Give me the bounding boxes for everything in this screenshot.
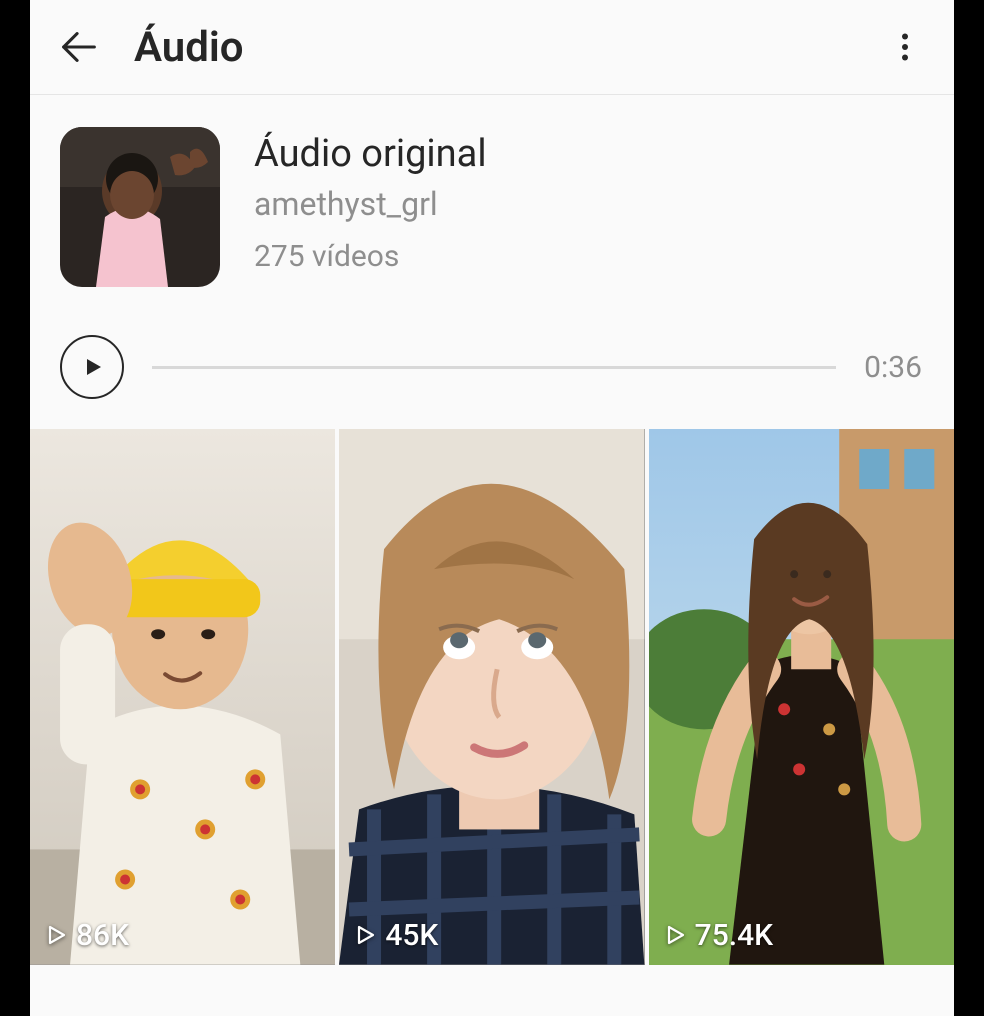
video-view-count: 75.4K <box>663 918 773 953</box>
play-icon <box>80 355 104 379</box>
phone-frame: Áudio <box>0 0 984 1016</box>
play-outline-icon <box>44 922 68 948</box>
video-view-count: 45K <box>353 918 438 953</box>
audio-progress-track[interactable] <box>152 366 836 369</box>
play-button[interactable] <box>60 335 124 399</box>
video-thumbnail[interactable]: 45K <box>339 429 644 965</box>
arrow-left-icon <box>56 24 102 70</box>
audio-title: Áudio original <box>254 131 487 179</box>
more-vertical-icon <box>887 29 923 65</box>
video-view-count: 86K <box>44 918 129 953</box>
audio-info-section: Áudio original amethyst_grl 275 vídeos <box>30 95 954 305</box>
view-count-label: 45K <box>385 918 438 953</box>
back-button[interactable] <box>50 18 108 76</box>
audio-video-count: 275 vídeos <box>254 239 487 274</box>
view-count-label: 86K <box>76 918 129 953</box>
audio-player: 0:36 <box>30 305 954 429</box>
video-thumbnail[interactable]: 86K <box>30 429 335 965</box>
audio-thumbnail[interactable] <box>60 127 220 287</box>
page-title: Áudio <box>134 23 876 72</box>
play-outline-icon <box>353 922 377 948</box>
audio-author[interactable]: amethyst_grl <box>254 185 487 223</box>
video-thumbnail[interactable]: 75.4K <box>649 429 954 965</box>
header-bar: Áudio <box>30 0 954 95</box>
view-count-label: 75.4K <box>695 918 773 953</box>
screen: Áudio <box>30 0 954 1016</box>
more-options-button[interactable] <box>876 18 934 76</box>
audio-meta: Áudio original amethyst_grl 275 vídeos <box>254 127 487 274</box>
audio-duration: 0:36 <box>864 350 922 385</box>
video-grid: 86K <box>30 429 954 1016</box>
play-outline-icon <box>663 922 687 948</box>
